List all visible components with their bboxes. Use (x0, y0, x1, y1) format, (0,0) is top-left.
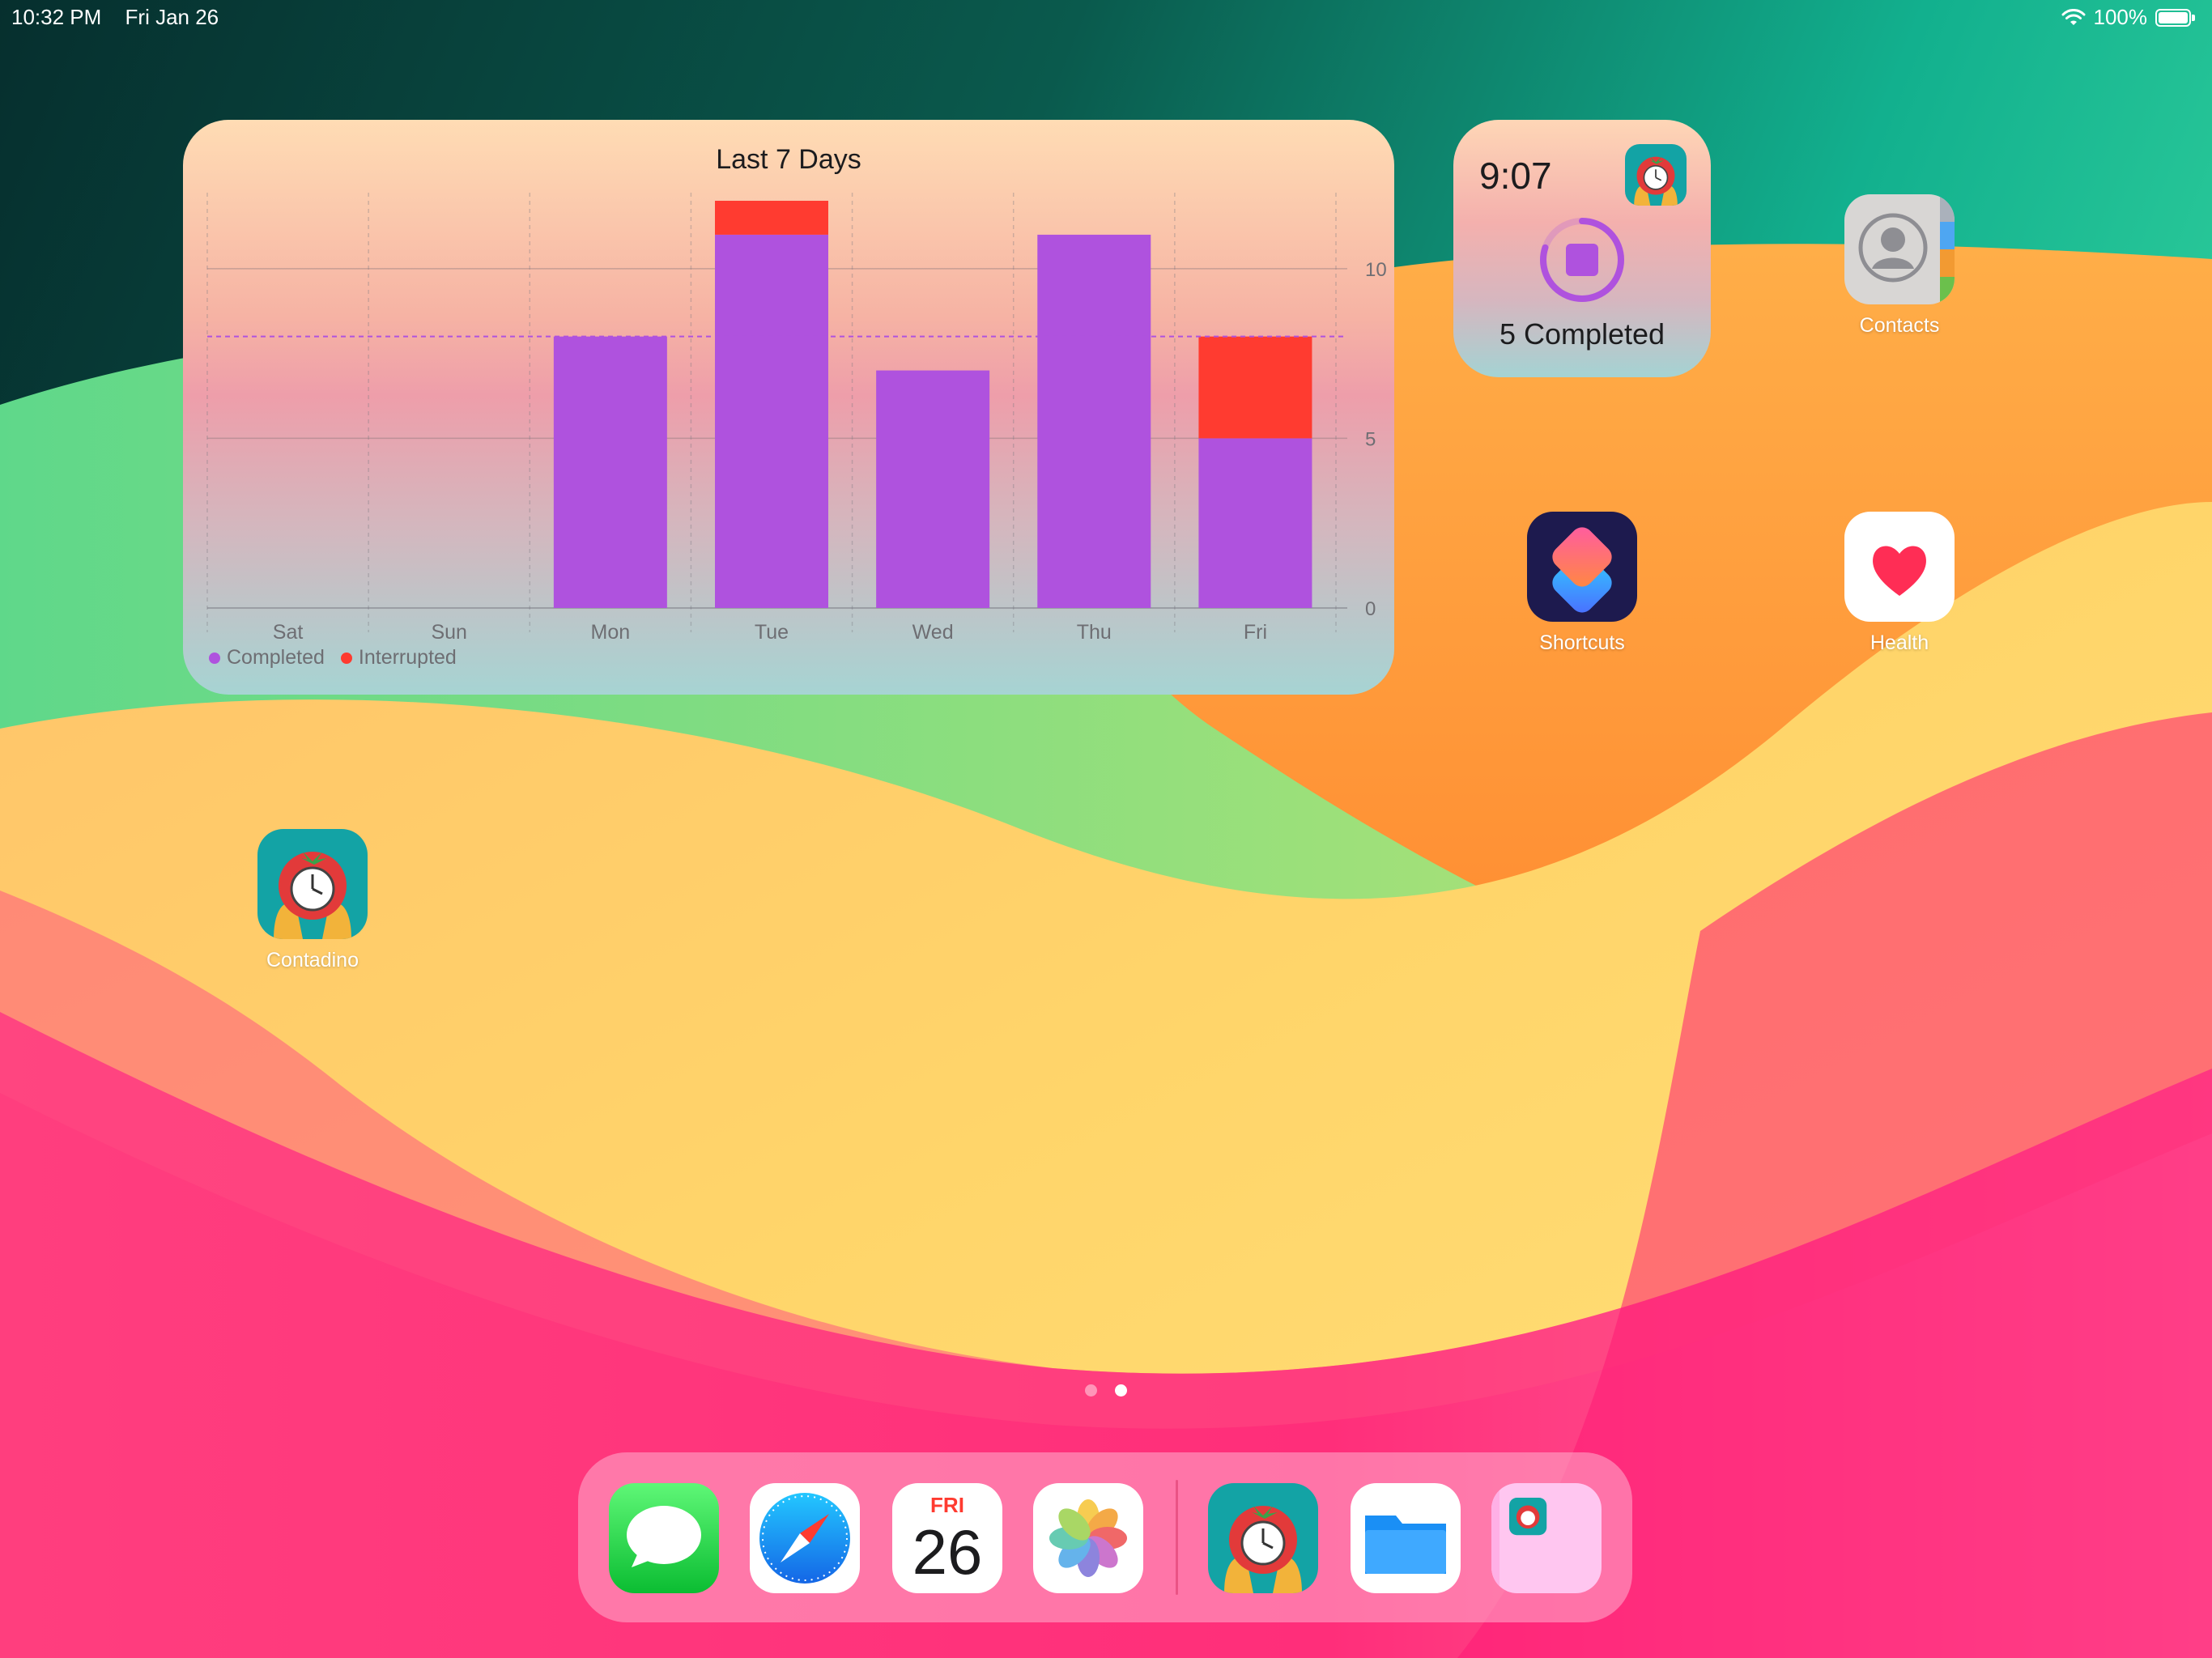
x-tick-label: Tue (755, 621, 789, 644)
app-health[interactable]: Health (1844, 512, 1955, 654)
timer-time: 9:07 (1479, 155, 1552, 197)
status-bar-left: 10:32 PM Fri Jan 26 (11, 5, 236, 30)
tomato-timer-icon[interactable] (1208, 1483, 1318, 1593)
stop-icon[interactable] (1566, 244, 1598, 276)
x-tick-label: Fri (1244, 621, 1267, 644)
tomato-timer-icon (257, 829, 368, 939)
status-time: 10:32 PM (11, 5, 102, 29)
calendar-day-number: 26 (912, 1516, 983, 1588)
dock-separator (1176, 1480, 1178, 1595)
status-date: Fri Jan 26 (125, 5, 219, 29)
battery-percent: 100% (2093, 5, 2148, 29)
health-heart-icon (1844, 512, 1955, 622)
tomato-timer-icon (1625, 144, 1687, 206)
x-tick-label: Wed (912, 621, 954, 644)
page-dot-1[interactable] (1085, 1384, 1097, 1397)
legend-completed: Completed (209, 646, 325, 670)
y-tick-label: 0 (1365, 598, 1376, 620)
timer-widget[interactable]: 9:07 5 Completed (1453, 120, 1711, 377)
bar-chart: 0 5 10 Sat Sun Mon Tue Wed Thu Fri (206, 193, 1387, 644)
bar-completed-tue (715, 234, 828, 608)
bar-interrupted-fri (1198, 336, 1312, 439)
legend-completed-label: Completed (227, 646, 325, 669)
messages-icon[interactable] (609, 1483, 719, 1593)
x-tick-label: Thu (1077, 621, 1112, 644)
files-icon[interactable] (1351, 1483, 1461, 1593)
calendar-icon[interactable]: FRI 26 (892, 1483, 1002, 1593)
app-contacts[interactable]: Contacts (1844, 194, 1955, 337)
page-dot-2[interactable] (1115, 1384, 1127, 1397)
legend-interrupted-label: Interrupted (358, 646, 457, 669)
y-tick-label: 10 (1365, 259, 1387, 281)
battery-icon (2155, 8, 2195, 27)
status-bar-right: 100% (2061, 5, 2195, 30)
bar-interrupted-tue (715, 201, 828, 235)
app-label: Health (1870, 631, 1929, 654)
app-library-icon[interactable] (1491, 1483, 1602, 1593)
legend-interrupted: Interrupted (340, 646, 457, 670)
page-indicator[interactable] (0, 1384, 2212, 1397)
chart-legend: Completed Interrupted (209, 646, 457, 670)
timer-progress-ring (1540, 218, 1624, 302)
legend-completed-swatch (209, 652, 220, 664)
calendar-day-name: FRI (930, 1493, 964, 1517)
x-tick-label: Mon (591, 621, 631, 644)
photos-icon[interactable] (1033, 1483, 1143, 1593)
bar-completed-mon (553, 336, 667, 608)
shortcuts-icon (1527, 512, 1637, 622)
app-contadino[interactable]: Contadino (257, 829, 368, 971)
dock: FRI 26 (578, 1452, 1632, 1622)
safari-icon[interactable] (750, 1483, 860, 1593)
y-tick-label: 5 (1365, 428, 1376, 450)
app-label: Contadino (266, 949, 359, 971)
legend-interrupted-swatch (340, 652, 352, 664)
bar-completed-thu (1037, 234, 1151, 608)
x-tick-label: Sat (273, 621, 304, 644)
timer-completed-count: 5 Completed (1499, 317, 1665, 351)
wifi-icon (2061, 8, 2085, 25)
x-tick-label: Sun (431, 621, 466, 644)
stats-chart-widget[interactable]: Last 7 Days 0 5 10 Sat Sun Mon Tue Wed Thu Fri Co… (183, 120, 1394, 695)
app-shortcuts[interactable]: Shortcuts (1527, 512, 1637, 654)
bar-completed-wed (876, 370, 990, 608)
app-label: Shortcuts (1539, 631, 1625, 654)
app-label: Contacts (1859, 314, 1940, 337)
contacts-icon (1844, 194, 1955, 304)
bar-completed-fri (1198, 438, 1312, 608)
